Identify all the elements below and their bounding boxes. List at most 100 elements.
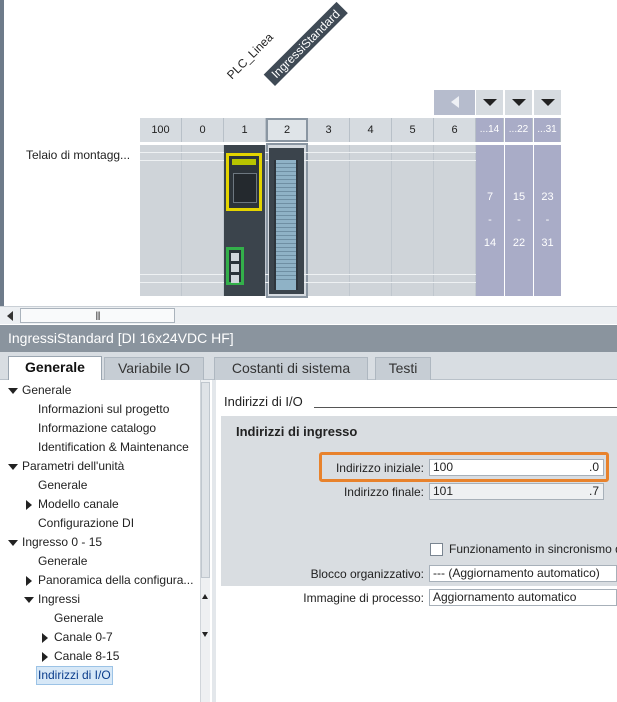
slot-header[interactable]: 3 xyxy=(308,118,350,142)
navigation-tree: Generale Informazioni sul progetto Infor… xyxy=(0,380,212,702)
slot-header[interactable]: 6 xyxy=(434,118,476,142)
expansion-slot[interactable]: 23 - 31 xyxy=(534,145,561,296)
expansion-slot-end: 31 xyxy=(541,237,554,249)
rack-rail xyxy=(140,152,476,153)
tree-item-configurazione-di[interactable]: Configurazione DI xyxy=(38,514,134,533)
scroll-slots-left-button[interactable] xyxy=(434,90,475,115)
tree-item-ingressi[interactable]: Ingressi xyxy=(24,590,80,609)
di-module-ingressistandard[interactable] xyxy=(269,148,304,294)
slot-header[interactable]: 5 xyxy=(392,118,434,142)
isochronous-mode-checkbox[interactable] xyxy=(430,543,443,556)
terminal-strip xyxy=(274,160,298,290)
expansion-slot-header[interactable]: ...22 xyxy=(505,118,533,142)
tree-item-ingresso-0-15[interactable]: Ingresso 0 - 15 xyxy=(8,533,102,552)
slot-header[interactable]: 0 xyxy=(182,118,224,142)
expansion-slot-dash: - xyxy=(488,214,492,226)
arrow-up-icon[interactable] xyxy=(202,594,208,599)
slot-header-selected[interactable]: 2 xyxy=(266,118,308,142)
tree-item-generale[interactable]: Generale xyxy=(38,552,87,571)
tree-item-label: Parametri dell'unità xyxy=(22,459,125,473)
tab-costanti-di-sistema[interactable]: Costanti di sistema xyxy=(214,357,368,380)
slot-header[interactable]: 1 xyxy=(224,118,266,142)
section-divider xyxy=(314,407,617,408)
ethernet-port-icon xyxy=(226,247,244,285)
expansion-slot-dash: - xyxy=(517,214,521,226)
tree-item-panoramica-configurazione[interactable]: Panoramica della configura... xyxy=(26,571,193,590)
expansion-slot-end: 22 xyxy=(512,237,526,249)
tree-item-label: Canale 0-7 xyxy=(54,630,113,644)
tree-item-indirizzi-io-selected[interactable]: Indirizzi di I/O xyxy=(36,666,113,685)
tree-item-canale-8-15[interactable]: Canale 8-15 xyxy=(42,647,119,666)
section-title: Indirizzi di I/O xyxy=(224,394,303,409)
slot-header[interactable]: 100 xyxy=(140,118,182,142)
rack-rail xyxy=(140,274,476,275)
tree-item-label: Ingressi xyxy=(38,592,81,606)
scrollbar-thumb[interactable] xyxy=(201,382,210,578)
horizontal-scrollbar[interactable]: ||| xyxy=(0,306,617,324)
arrow-down-icon[interactable] xyxy=(202,632,208,637)
expand-slot-button[interactable] xyxy=(476,90,503,115)
inspector-title: IngressiStandard [DI 16x24VDC HF] xyxy=(0,325,617,352)
expand-slot-button[interactable] xyxy=(505,90,532,115)
expansion-slot-end: 14 xyxy=(483,237,497,249)
tree-item-canale-0-7[interactable]: Canale 0-7 xyxy=(42,628,113,647)
triangle-left-icon xyxy=(451,96,459,108)
expansion-slot-start: 7 xyxy=(486,191,494,203)
siemens-logo-icon xyxy=(232,159,256,165)
end-address-label: Indirizzo finale: xyxy=(343,485,424,499)
tree-item-generale[interactable]: Generale xyxy=(54,609,103,628)
tab-generale[interactable]: Generale xyxy=(8,356,102,381)
rack-rail xyxy=(140,160,476,161)
expand-down-icon[interactable] xyxy=(8,388,18,394)
expansion-slot[interactable]: 7 - 14 xyxy=(476,145,504,296)
end-address-field: 101 .7 xyxy=(429,483,604,500)
plc-display-icon xyxy=(233,173,257,203)
tree-item-label: Generale xyxy=(22,383,72,397)
plc-front-panel xyxy=(226,153,262,211)
expand-down-icon[interactable] xyxy=(8,540,18,546)
expansion-slot-header[interactable]: ...31 xyxy=(534,118,561,142)
tree-item-generale[interactable]: Generale xyxy=(8,381,71,400)
tree-item-parametri-unita[interactable]: Parametri dell'unità xyxy=(8,457,124,476)
expansion-slot-dash: - xyxy=(545,214,550,226)
tree-item-informazioni-progetto[interactable]: Informazioni sul progetto xyxy=(38,400,169,419)
expansion-slot[interactable]: 15 - 22 xyxy=(505,145,533,296)
end-address-value: 101 xyxy=(433,484,454,498)
plc-cpu-module[interactable] xyxy=(224,145,265,296)
expansion-slot-header[interactable]: ...14 xyxy=(476,118,504,142)
tree-item-label: Ingresso 0 - 15 xyxy=(22,535,103,549)
org-block-label: Blocco organizzativo: xyxy=(310,567,424,581)
device-view: PLC_Linea IngressiStandard 100 0 1 2 3 4… xyxy=(0,0,617,306)
expand-down-icon[interactable] xyxy=(24,597,34,603)
tree-item-identification-maintenance[interactable]: Identification & Maintenance xyxy=(38,438,189,457)
tab-testi[interactable]: Testi xyxy=(375,357,431,380)
left-edge-bar xyxy=(0,0,4,306)
process-image-select[interactable]: Aggiornamento automatico xyxy=(429,589,617,606)
expand-slot-button[interactable] xyxy=(534,90,561,115)
expansion-slot-start: 15 xyxy=(512,191,526,203)
triangle-down-icon xyxy=(541,99,555,106)
expand-right-icon[interactable] xyxy=(26,576,32,586)
module-name-label[interactable]: IngressiStandard xyxy=(263,2,348,86)
rack-label: Telaio di montagg... xyxy=(26,148,131,162)
scrollbar-thumb[interactable]: ||| xyxy=(20,308,175,323)
process-image-label: Immagine di processo: xyxy=(303,591,424,605)
tab-variabile-io[interactable]: Variabile IO xyxy=(104,357,204,380)
expand-down-icon[interactable] xyxy=(8,464,18,470)
input-addresses-group: Indirizzi di ingresso Indirizzo iniziale… xyxy=(221,416,617,606)
org-block-select[interactable]: --- (Aggiornamento automatico) xyxy=(429,565,617,582)
tree-item-modello-canale[interactable]: Modello canale xyxy=(26,495,119,514)
tree-item-informazione-catalogo[interactable]: Informazione catalogo xyxy=(38,419,156,438)
scroll-left-arrow-icon[interactable] xyxy=(4,309,18,322)
expand-right-icon[interactable] xyxy=(42,652,48,662)
isochronous-mode-label: Funzionamento in sincronismo di xyxy=(449,542,617,556)
end-address-bit: .7 xyxy=(588,484,599,498)
tree-item-generale[interactable]: Generale xyxy=(38,476,87,495)
expand-right-icon[interactable] xyxy=(26,500,32,510)
slot-header[interactable]: 4 xyxy=(350,118,392,142)
expand-right-icon[interactable] xyxy=(42,633,48,643)
group-title: Indirizzi di ingresso xyxy=(236,424,358,439)
tree-item-label: Panoramica della configura... xyxy=(38,573,194,587)
tree-vertical-scrollbar[interactable] xyxy=(200,380,210,702)
expansion-slot-start: 23 xyxy=(541,191,554,203)
